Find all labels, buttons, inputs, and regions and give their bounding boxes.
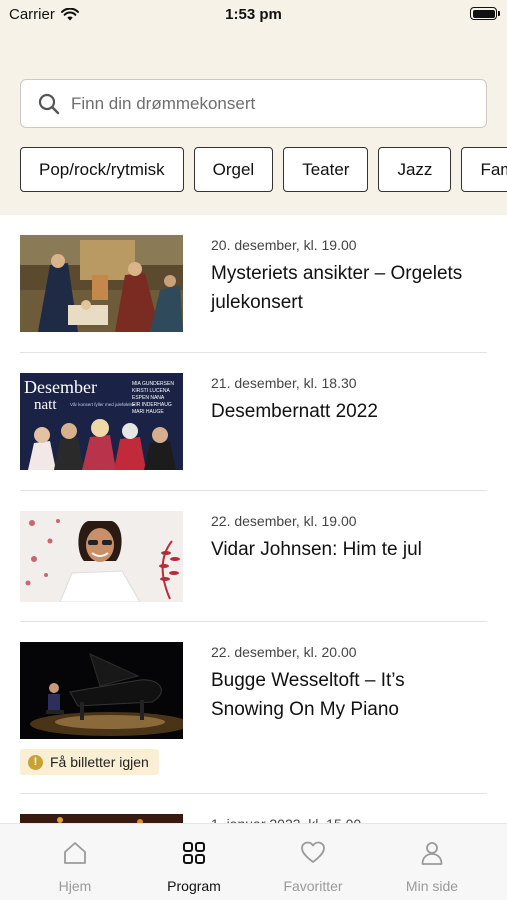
event-item[interactable]: Desember natt Vår konsert fyller med jul… xyxy=(20,353,487,491)
event-info: 22. desember, kl. 20.00 Bugge Wesseltoft… xyxy=(211,644,481,724)
tab-favoritter[interactable]: Favoritter xyxy=(250,824,376,900)
poster-title-2: natt xyxy=(34,397,57,413)
tab-label: Program xyxy=(167,878,221,894)
event-title: Mysteriets ansikter – Orgelets julekonse… xyxy=(211,263,463,313)
poster-name: MIA GUNDERSEN xyxy=(132,381,174,387)
tab-program[interactable]: Program xyxy=(131,824,257,900)
tab-min-side[interactable]: Min side xyxy=(369,824,495,900)
poster-name: MARI HAUGE xyxy=(132,409,164,415)
event-image: Desember natt Vår konsert fyller med jul… xyxy=(20,373,183,470)
info-icon: ! xyxy=(28,754,43,770)
home-icon xyxy=(64,842,86,864)
battery-icon xyxy=(470,7,500,20)
person-icon xyxy=(421,842,443,865)
event-date: 20. desember, kl. 19.00 xyxy=(211,237,357,253)
search-icon xyxy=(37,92,61,116)
status-bar: Carrier 1:53 pm xyxy=(0,0,507,30)
event-date: 22. desember, kl. 20.00 xyxy=(211,644,357,660)
tab-label: Favoritter xyxy=(283,878,343,894)
event-title: Desembernatt 2022 xyxy=(211,401,378,422)
event-date: 22. desember, kl. 19.00 xyxy=(211,513,357,529)
event-info: 21. desember, kl. 18.30 Desembernatt 202… xyxy=(211,375,481,426)
event-image xyxy=(20,235,183,332)
event-date: 21. desember, kl. 18.30 xyxy=(211,375,357,391)
poster-tagline: Vår konsert fyller med julefølelse xyxy=(70,401,136,407)
filter-chip-teater[interactable]: Teater xyxy=(283,147,369,192)
poster-title: Desember xyxy=(24,377,97,397)
poster-name: EIR INDERHAUG xyxy=(132,402,172,408)
tab-hjem[interactable]: Hjem xyxy=(12,824,138,900)
filter-chips: Pop/rock/rytmiskOrgelTeaterJazzFamilie xyxy=(20,147,507,192)
heart-icon xyxy=(301,841,325,863)
event-title: Bugge Wesseltoft – It’s Snowing On My Pi… xyxy=(211,670,405,720)
tab-bar: Hjem Program Favoritter Min side xyxy=(0,823,507,900)
badge-label: Få billetter igjen xyxy=(50,754,149,770)
event-info: 22. desember, kl. 19.00 Vidar Johnsen: H… xyxy=(211,513,481,564)
search-input[interactable] xyxy=(71,93,451,114)
search-bar[interactable] xyxy=(20,79,487,128)
filter-chip-familie[interactable]: Familie xyxy=(461,147,507,192)
filter-chip-pop-rock[interactable]: Pop/rock/rytmisk xyxy=(20,147,184,192)
tab-label: Min side xyxy=(405,878,459,894)
poster-name: ESPEN NANA xyxy=(132,395,165,401)
event-title: Vidar Johnsen: Him te jul xyxy=(211,539,422,560)
filter-chip-orgel[interactable]: Orgel xyxy=(193,147,274,192)
clock: 1:53 pm xyxy=(225,6,282,23)
event-info: 20. desember, kl. 19.00 Mysteriets ansik… xyxy=(211,237,481,317)
event-image xyxy=(20,511,183,602)
poster-name: KIRSTI LUCENA xyxy=(132,388,170,394)
few-tickets-badge: ! Få billetter igjen xyxy=(20,749,159,775)
event-item[interactable]: 20. desember, kl. 19.00 Mysteriets ansik… xyxy=(20,215,487,353)
grid-icon xyxy=(183,842,205,864)
event-item[interactable]: 22. desember, kl. 19.00 Vidar Johnsen: H… xyxy=(20,491,487,622)
tab-label: Hjem xyxy=(58,878,92,894)
filter-chip-jazz[interactable]: Jazz xyxy=(378,147,452,192)
event-image xyxy=(20,642,183,739)
